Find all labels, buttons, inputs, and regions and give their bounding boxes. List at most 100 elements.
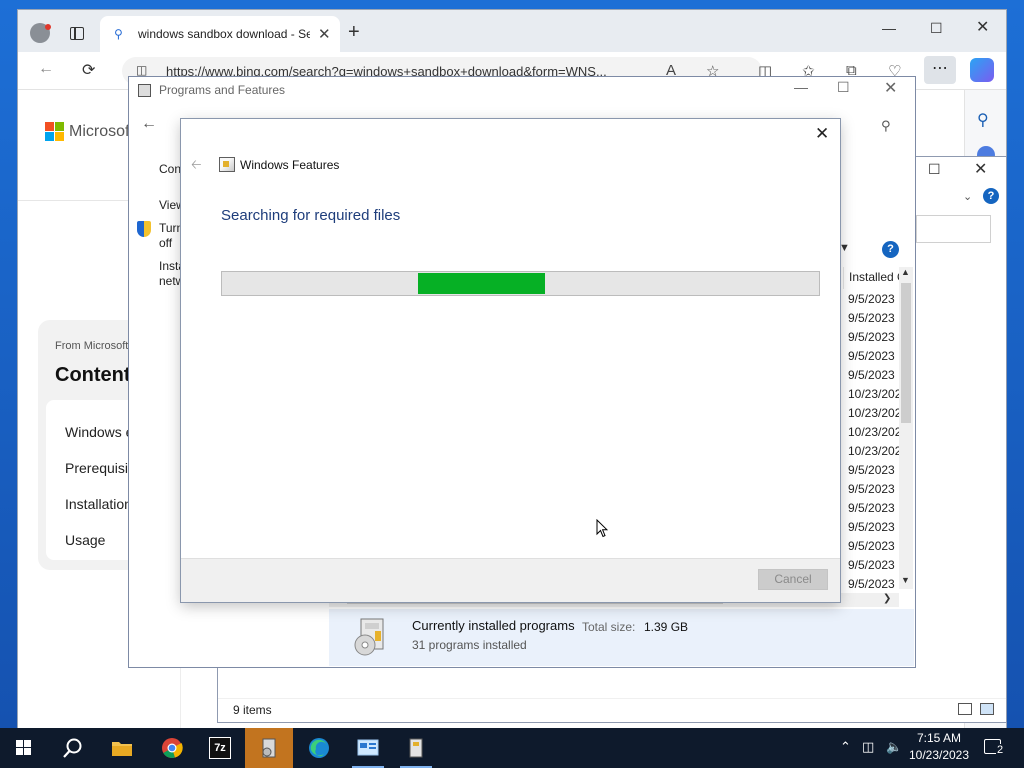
help-icon[interactable]: ? [882, 241, 899, 258]
scroll-down-icon[interactable]: ▼ [901, 575, 910, 585]
answer-title: Content [55, 364, 131, 386]
new-tab-icon[interactable]: + [348, 21, 360, 44]
taskbar-programs-and-features[interactable] [245, 728, 293, 768]
installed-on-cell[interactable]: 9/5/2023 [848, 539, 900, 553]
maximize-icon[interactable]: ☐ [928, 161, 941, 178]
taskbar-edge[interactable] [295, 728, 343, 768]
search-input[interactable] [916, 215, 991, 243]
taskbar-7zip[interactable]: 7z [196, 728, 244, 768]
minimize-icon[interactable]: — [882, 20, 896, 36]
close-icon[interactable]: ✕ [815, 124, 829, 144]
close-icon[interactable]: ✕ [976, 17, 989, 37]
refresh-icon[interactable]: ⟳ [82, 60, 95, 80]
taskbar-windows-features[interactable] [392, 728, 440, 768]
minimize-icon[interactable]: — [794, 79, 808, 95]
installed-on-cell[interactable]: 9/5/2023 [848, 368, 900, 382]
windows-features-icon [219, 157, 235, 172]
programs-titlebar: Programs and Features — ☐ ✕ [129, 77, 915, 103]
details-pane: Currently installed programs Total size:… [329, 609, 914, 666]
microsoft-logo-text: Microsoft [69, 123, 134, 140]
chevron-down-icon[interactable]: ⌄ [963, 190, 972, 203]
browser-tab[interactable]: ⚲ windows sandbox download - Se ✕ [100, 16, 340, 52]
installed-on-cell[interactable]: 9/5/2023 [848, 482, 900, 496]
tab-actions-icon[interactable] [70, 27, 84, 40]
network-icon[interactable]: ◫ [862, 739, 874, 755]
seven-zip-icon: 7z [209, 737, 231, 759]
sidebar-search-icon[interactable]: ⚲ [977, 110, 989, 130]
turn-features-link[interactable]: Turn [159, 221, 183, 235]
back-arrow-icon: 🡠 [191, 157, 202, 172]
column-header-installed-on[interactable]: Installed O [843, 267, 899, 289]
help-icon[interactable]: ? [983, 188, 999, 204]
tab-close-icon[interactable]: ✕ [318, 25, 331, 43]
windows-features-icon [409, 738, 423, 758]
view-options-chevron-icon[interactable]: ▼ [839, 242, 850, 254]
installed-on-cell[interactable]: 10/23/2023 [848, 406, 900, 420]
answer-item-installation[interactable]: Installation [65, 496, 132, 512]
microsoft-logo-icon [45, 122, 65, 142]
clock-date[interactable]: 10/23/2023 [908, 748, 970, 762]
taskbar-file-explorer[interactable] [98, 728, 146, 768]
installed-on-cell[interactable]: 9/5/2023 [848, 463, 900, 477]
total-size-label: Total size: [582, 620, 636, 634]
installed-on-cell[interactable]: 9/5/2023 [848, 330, 900, 344]
details-view-icon[interactable] [958, 703, 972, 715]
installed-on-cell[interactable]: 9/5/2023 [848, 311, 900, 325]
search-icon[interactable]: ⚲ [881, 118, 891, 134]
chrome-icon [162, 738, 183, 758]
taskbar-search-icon[interactable] [62, 737, 84, 759]
status-heading: Searching for required files [221, 207, 401, 224]
back-arrow-icon[interactable]: ← [38, 60, 54, 78]
start-windows-icon[interactable] [16, 740, 32, 756]
edge-tab-bar: ⚲ windows sandbox download - Se ✕ + — ☐ … [18, 10, 1006, 52]
installed-on-cell[interactable]: 10/23/2023 [848, 425, 900, 439]
taskbar-control-panel[interactable] [344, 728, 392, 768]
settings-more-icon[interactable]: ⋯ [924, 56, 956, 84]
answer-item-prerequisites[interactable]: Prerequisit [65, 460, 132, 476]
show-hidden-icons-icon[interactable]: ⌃ [840, 739, 851, 755]
scroll-up-icon[interactable]: ▲ [901, 267, 910, 277]
close-icon[interactable]: ✕ [884, 78, 897, 98]
answer-item-usage[interactable]: Usage [65, 532, 105, 548]
maximize-icon[interactable]: ☐ [837, 79, 850, 96]
maximize-icon[interactable]: ☐ [930, 20, 943, 37]
programs-icon [262, 738, 276, 758]
mouse-cursor-icon [596, 519, 608, 538]
scroll-right-icon[interactable]: ❯ [883, 593, 891, 604]
edge-icon [309, 738, 329, 758]
turn-features-link-line2[interactable]: off [159, 236, 172, 250]
installed-on-cell[interactable]: 9/5/2023 [848, 349, 900, 363]
installed-on-cell[interactable]: 10/23/2023 [848, 444, 900, 458]
installed-programs-icon [354, 618, 384, 656]
copilot-icon[interactable] [970, 58, 994, 82]
installed-on-cell[interactable]: 9/5/2023 [848, 501, 900, 515]
browser-tab-title: windows sandbox download - Se [138, 27, 310, 41]
vertical-scrollbar[interactable]: ▲ ▼ [899, 267, 913, 589]
control-panel-icon [357, 739, 379, 756]
installed-on-cell[interactable]: 10/23/2023 [848, 387, 900, 401]
lock-icon: ◫ [136, 63, 148, 77]
installed-on-cell[interactable]: 9/5/2023 [848, 558, 900, 572]
installed-on-cell[interactable]: 9/5/2023 [848, 520, 900, 534]
taskbar-chrome[interactable] [148, 728, 196, 768]
installed-on-cell[interactable]: 9/5/2023 [848, 292, 900, 306]
progress-bar-fill [418, 273, 545, 294]
item-count: 9 items [233, 703, 272, 717]
window-title: Programs and Features [159, 83, 286, 97]
close-icon[interactable]: ✕ [974, 159, 987, 179]
large-icons-view-icon[interactable] [980, 703, 994, 715]
volume-muted-icon[interactable]: 🔈 [886, 739, 902, 755]
notification-count-badge: 2 [996, 744, 1005, 756]
clock-time[interactable]: 7:15 AM [908, 731, 970, 745]
scroll-thumb[interactable] [901, 283, 911, 423]
status-bar: 9 items [218, 698, 1006, 722]
back-arrow-icon[interactable]: ← [141, 115, 157, 133]
control-panel-home-link[interactable]: Con [159, 162, 181, 176]
answer-item-windows[interactable]: Windows e [65, 424, 133, 440]
installed-on-cell[interactable]: 9/5/2023 [848, 577, 900, 591]
total-size-value: 1.39 GB [644, 620, 689, 634]
cancel-button[interactable]: Cancel [758, 569, 828, 590]
dialog-footer: Cancel [181, 558, 840, 602]
dialog-title: Windows Features [240, 158, 340, 172]
control-panel-icon [138, 84, 151, 97]
